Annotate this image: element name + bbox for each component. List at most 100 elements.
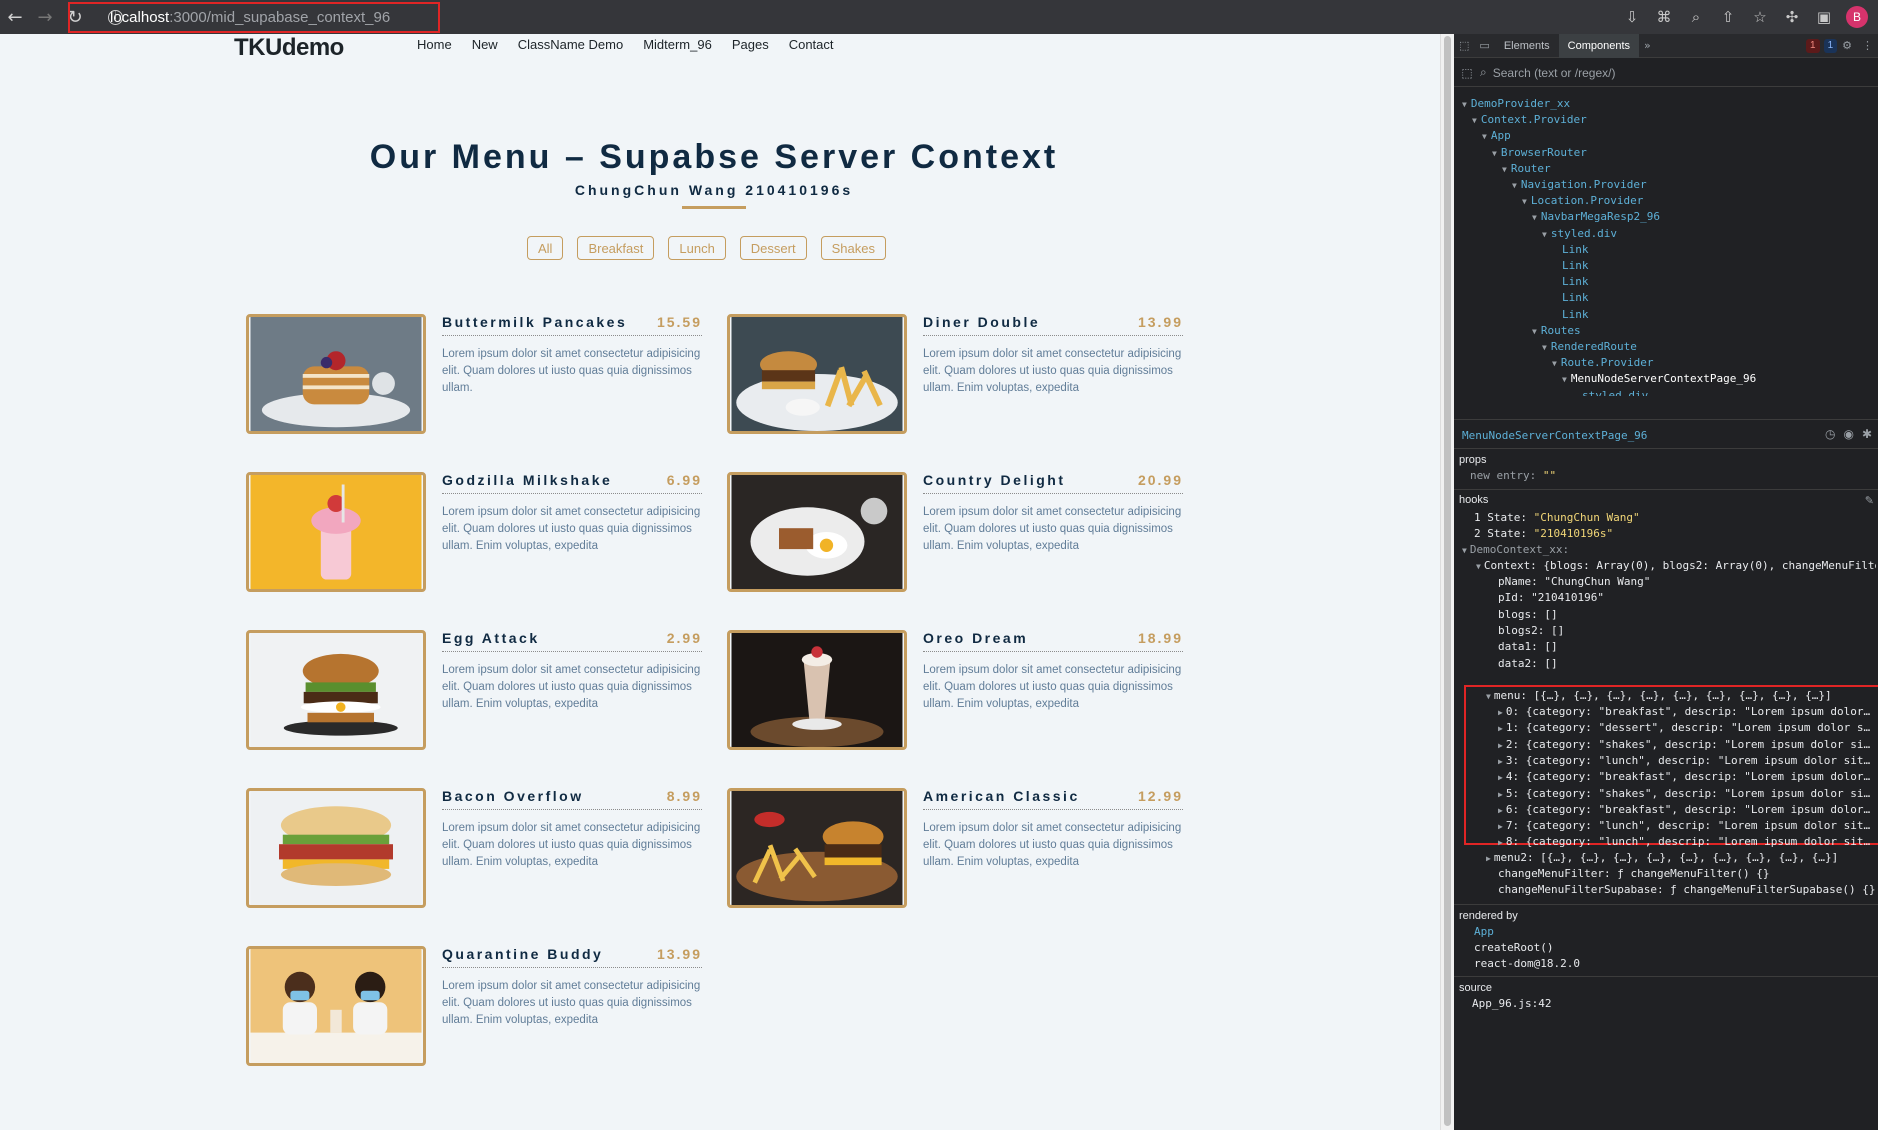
back-icon[interactable]: ← bbox=[0, 7, 30, 28]
kebab-menu-icon[interactable]: ⋮ bbox=[1857, 39, 1878, 52]
rendered-by-app[interactable]: App bbox=[1474, 924, 1494, 940]
search-input[interactable]: Search (text or /regex/) bbox=[1493, 66, 1616, 80]
menu-entry[interactable]: ▶ 5: {category: "shakes", descrip: "Lorem… bbox=[1498, 786, 1876, 803]
tree-node[interactable]: styled.div bbox=[1582, 388, 1648, 396]
tree-node[interactable]: Link bbox=[1562, 242, 1589, 258]
expand-arrow-icon[interactable]: ▼ bbox=[1476, 562, 1481, 571]
new-entry-value[interactable]: "" bbox=[1543, 469, 1556, 482]
tree-node[interactable]: ▼ Routes bbox=[1532, 323, 1581, 339]
tree-node[interactable]: ▼ BrowserRouter bbox=[1492, 145, 1587, 161]
device-toolbar-icon[interactable]: ▭ bbox=[1474, 39, 1494, 52]
expand-arrow-icon[interactable]: ▼ bbox=[1522, 197, 1527, 206]
tree-node[interactable]: ▼ RenderedRoute bbox=[1542, 339, 1637, 355]
eye-icon[interactable]: ◉ bbox=[1843, 427, 1853, 441]
expand-arrow-icon[interactable]: ▶ bbox=[1498, 724, 1503, 733]
install-icon[interactable]: ⇩ bbox=[1622, 8, 1642, 26]
site-info-icon[interactable]: i bbox=[108, 10, 123, 25]
share-icon[interactable]: ⇧ bbox=[1718, 8, 1738, 26]
translate-icon[interactable]: ⌘ bbox=[1654, 8, 1674, 26]
expand-arrow-icon[interactable]: ▶ bbox=[1498, 822, 1503, 831]
sidepanel-icon[interactable]: ▣ bbox=[1814, 8, 1834, 26]
forward-icon[interactable]: → bbox=[30, 7, 60, 28]
bug-icon[interactable]: ✱ bbox=[1862, 427, 1872, 441]
expand-arrow-icon[interactable]: ▼ bbox=[1462, 546, 1467, 555]
expand-arrow-icon[interactable]: ▼ bbox=[1542, 230, 1547, 239]
context-field[interactable]: pName: "ChungChun Wang" bbox=[1498, 574, 1650, 590]
expand-arrow-icon[interactable]: ▼ bbox=[1552, 359, 1557, 368]
menu-entry[interactable]: ▶ 2: {category: "shakes", descrip: "Lorem… bbox=[1498, 737, 1876, 754]
tree-node[interactable]: ▼ Location.Provider bbox=[1522, 193, 1643, 209]
tree-node[interactable]: ▼ Router bbox=[1502, 161, 1551, 177]
filter-all-button[interactable]: All bbox=[527, 236, 564, 260]
expand-arrow-icon[interactable]: ▼ bbox=[1462, 100, 1467, 109]
expand-arrow-icon[interactable]: ▶ bbox=[1498, 773, 1503, 782]
menu2-array[interactable]: menu2: [{…}, {…}, {…}, {…}, {…}, {…}, {…… bbox=[1494, 851, 1838, 864]
expand-arrow-icon[interactable]: ▼ bbox=[1486, 692, 1491, 701]
tree-node[interactable]: ▼ DemoProvider_xx bbox=[1462, 96, 1570, 112]
expand-arrow-icon[interactable]: ▶ bbox=[1486, 854, 1491, 863]
source-file-link[interactable]: App_96.js:42 bbox=[1472, 996, 1551, 1012]
scrollbar-thumb[interactable] bbox=[1444, 36, 1451, 1126]
nav-link-midterm[interactable]: Midterm_96 bbox=[643, 37, 712, 52]
menu-entry[interactable]: ▶ 4: {category: "breakfast", descrip: "Lo… bbox=[1498, 769, 1876, 786]
tree-node[interactable]: ▼ Route.Provider bbox=[1552, 355, 1654, 371]
address-bar[interactable]: i localhost:3000/mid_supabase_context_96 bbox=[68, 2, 440, 33]
tree-node[interactable]: Link bbox=[1562, 258, 1589, 274]
expand-arrow-icon[interactable]: ▼ bbox=[1502, 165, 1507, 174]
bookmark-star-icon[interactable]: ☆ bbox=[1750, 8, 1770, 26]
tree-node[interactable]: ▼ Navigation.Provider bbox=[1512, 177, 1647, 193]
tree-node[interactable]: Link bbox=[1562, 274, 1589, 290]
expand-arrow-icon[interactable]: ▼ bbox=[1532, 327, 1537, 336]
nav-link-classname-demo[interactable]: ClassName Demo bbox=[518, 37, 623, 52]
settings-gear-icon[interactable]: ⚙ bbox=[1837, 39, 1857, 52]
inspect-icon[interactable]: ⬚ bbox=[1454, 39, 1474, 52]
context-field[interactable]: blogs2: [] bbox=[1498, 623, 1564, 639]
edit-pencil-icon[interactable]: ✎ bbox=[1865, 494, 1874, 507]
context-field[interactable]: blogs: [] bbox=[1498, 607, 1558, 623]
expand-arrow-icon[interactable]: ▼ bbox=[1472, 116, 1477, 125]
context-summary[interactable]: Context: {blogs: Array(0), blogs2: Array… bbox=[1484, 559, 1876, 572]
tree-node[interactable]: Link bbox=[1562, 307, 1589, 323]
nav-link-new[interactable]: New bbox=[472, 37, 498, 52]
filter-dessert-button[interactable]: Dessert bbox=[739, 236, 807, 260]
nav-link-contact[interactable]: Contact bbox=[789, 37, 834, 52]
error-count-badge[interactable]: 1 bbox=[1806, 38, 1820, 53]
expand-arrow-icon[interactable]: ▶ bbox=[1498, 741, 1503, 750]
more-tabs-icon[interactable]: » bbox=[1639, 39, 1656, 52]
new-entry-label[interactable]: new entry: bbox=[1470, 469, 1536, 482]
menu-entry[interactable]: ▶ 0: {category: "breakfast", descrip: "Lo… bbox=[1498, 704, 1876, 721]
menu-entry[interactable]: ▶ 8: {category: "lunch", descrip: "Lorem … bbox=[1498, 834, 1876, 851]
state-value[interactable]: "210410196s" bbox=[1534, 527, 1613, 540]
context-field[interactable]: pId: "210410196" bbox=[1498, 590, 1604, 606]
state-value[interactable]: "ChungChun Wang" bbox=[1534, 511, 1640, 524]
expand-arrow-icon[interactable]: ▼ bbox=[1562, 375, 1567, 384]
menu-entry[interactable]: ▶ 3: {category: "lunch", descrip: "Lorem … bbox=[1498, 753, 1876, 770]
change-filter-fn[interactable]: changeMenuFilter: ƒ changeMenuFilter() {… bbox=[1498, 867, 1770, 880]
expand-arrow-icon[interactable]: ▶ bbox=[1498, 790, 1503, 799]
page-scrollbar[interactable] bbox=[1440, 34, 1454, 1130]
change-filter-supabase-fn[interactable]: changeMenuFilterSupabase: ƒ changeMenuFi… bbox=[1498, 883, 1876, 896]
expand-arrow-icon[interactable]: ▼ bbox=[1482, 132, 1487, 141]
menu-entry[interactable]: ▶ 6: {category: "breakfast", descrip: "Lo… bbox=[1498, 802, 1876, 819]
profile-avatar[interactable]: B bbox=[1846, 6, 1868, 28]
menu-entry[interactable]: ▶ 7: {category: "lunch", descrip: "Lorem … bbox=[1498, 818, 1876, 835]
expand-arrow-icon[interactable]: ▼ bbox=[1492, 149, 1497, 158]
expand-arrow-icon[interactable]: ▼ bbox=[1542, 343, 1547, 352]
site-logo[interactable]: TKUdemo bbox=[234, 34, 344, 62]
context-field[interactable]: data2: [] bbox=[1498, 656, 1558, 672]
context-field[interactable]: data1: [] bbox=[1498, 639, 1558, 655]
tree-node[interactable]: ▼ Context.Provider bbox=[1472, 112, 1587, 128]
tree-node[interactable]: ▼ styled.div bbox=[1542, 226, 1617, 242]
timer-icon[interactable]: ◷ bbox=[1825, 427, 1835, 441]
filter-shakes-button[interactable]: Shakes bbox=[820, 236, 886, 260]
tree-node[interactable]: ▼ NavbarMegaResp2_96 bbox=[1532, 209, 1660, 225]
expand-arrow-icon[interactable]: ▶ bbox=[1498, 806, 1503, 815]
select-component-icon[interactable]: ⬚ bbox=[1454, 66, 1480, 80]
tree-node[interactable]: ▼ MenuNodeServerContextPage_96 bbox=[1562, 371, 1756, 387]
tree-node[interactable]: ▼ App bbox=[1482, 128, 1511, 144]
nav-link-pages[interactable]: Pages bbox=[732, 37, 769, 52]
expand-arrow-icon[interactable]: ▶ bbox=[1498, 708, 1503, 717]
tree-node[interactable]: Link bbox=[1562, 290, 1589, 306]
menu-array[interactable]: menu: [{…}, {…}, {…}, {…}, {…}, {…}, {…}… bbox=[1494, 689, 1832, 702]
message-count-badge[interactable]: 1 bbox=[1823, 38, 1838, 53]
